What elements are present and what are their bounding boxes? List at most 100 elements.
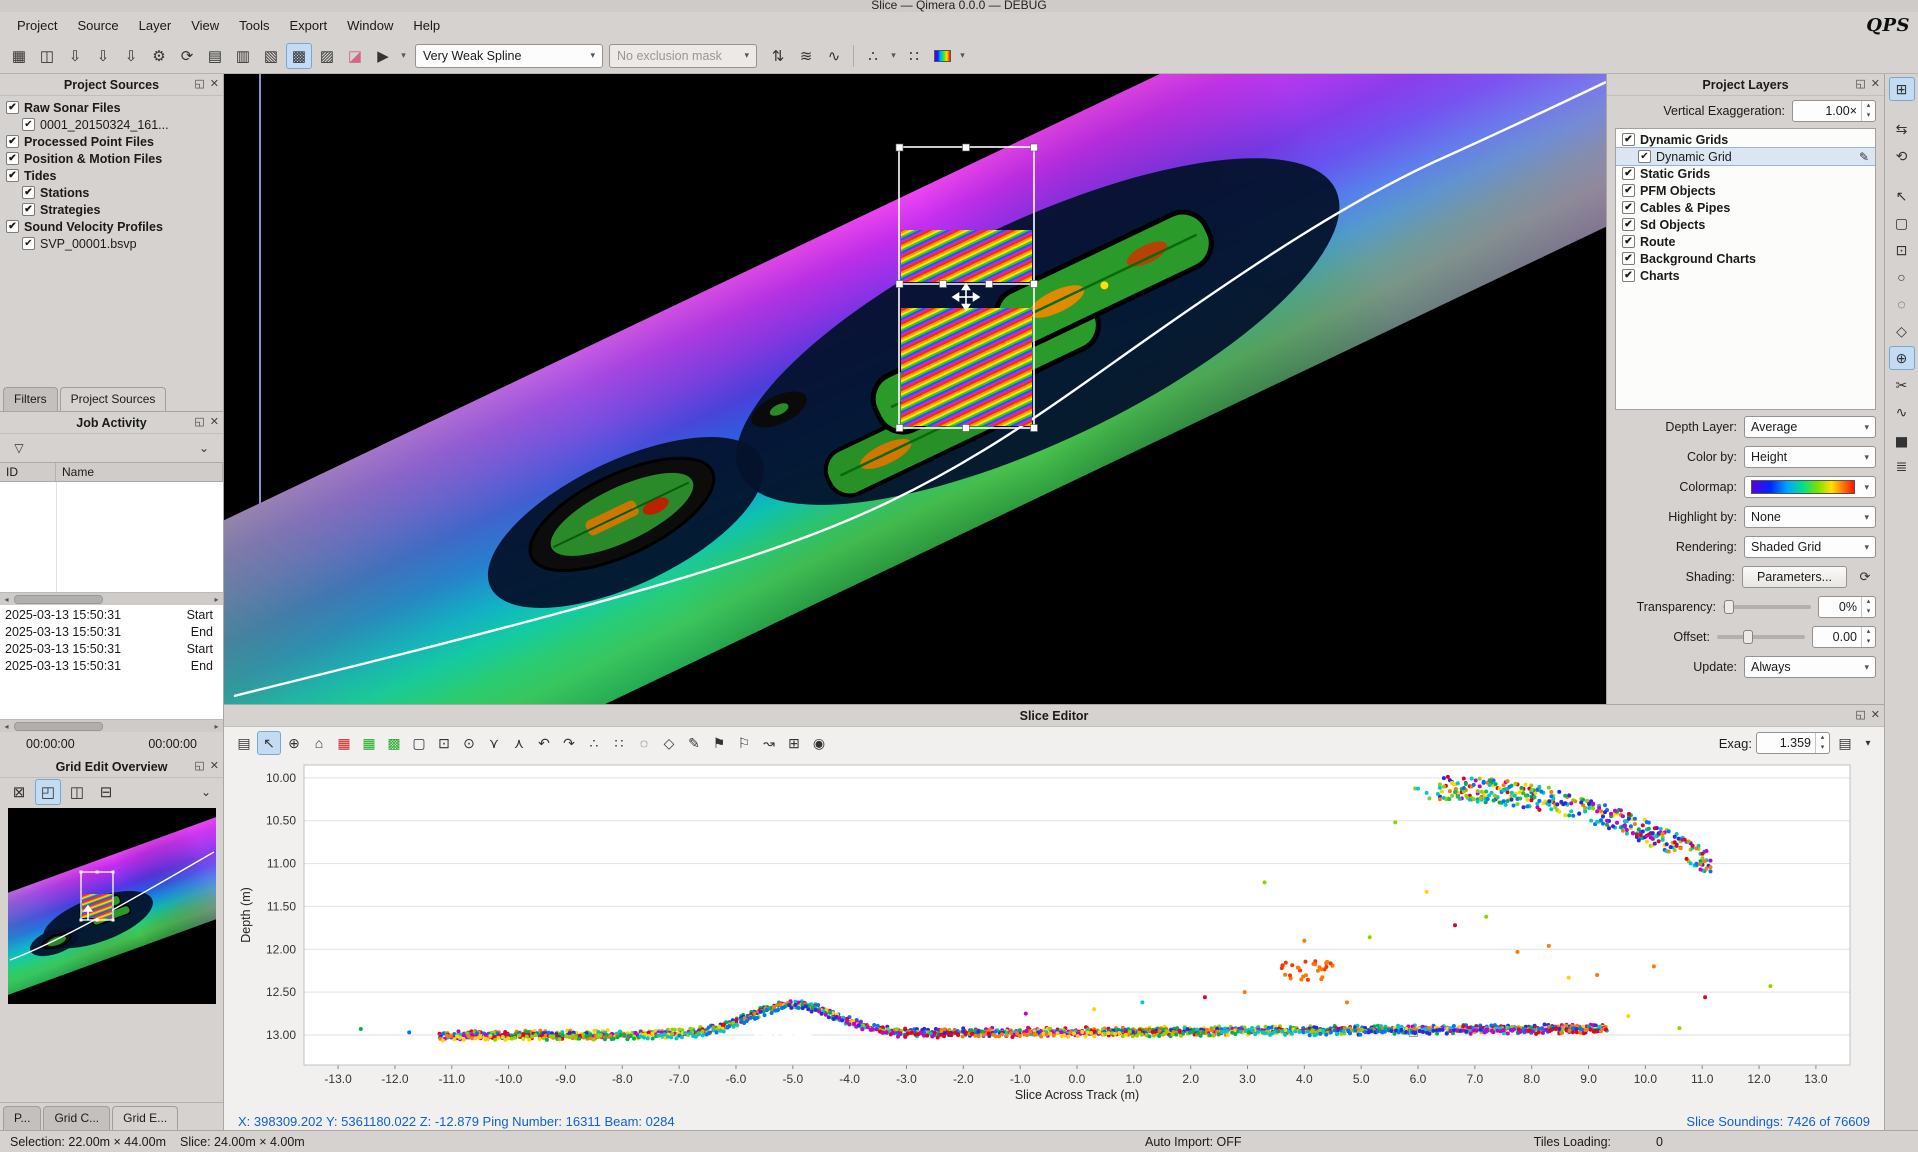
save-slice-icon[interactable]: ▤ — [232, 731, 256, 755]
spin-down-icon[interactable]: ▾ — [1862, 637, 1875, 647]
slice-menu-chevron-icon[interactable]: ▾ — [1860, 732, 1876, 754]
reject-soundings-icon[interactable]: ▦ — [332, 731, 356, 755]
spline-filter-combo[interactable]: Very Weak Spline▾ — [415, 44, 603, 68]
project-zoom-icon[interactable]: ◫ — [34, 43, 60, 69]
tree-item-processed-point-files[interactable]: ✔Processed Point Files — [0, 133, 223, 150]
checkbox[interactable]: ✔ — [1622, 184, 1635, 197]
flag-icon[interactable]: ⚑ — [707, 731, 731, 755]
tree-item-position-motion-files[interactable]: ✔Position & Motion Files — [0, 150, 223, 167]
points-color-icon[interactable]: ∷ — [901, 43, 927, 69]
slice-page-icon[interactable]: ▤ — [1834, 732, 1856, 754]
exclusion-mask-combo[interactable]: No exclusion mask▾ — [609, 44, 757, 68]
exag-spinner[interactable]: 1.359 ▴▾ — [1756, 732, 1830, 754]
settings-gear-icon[interactable]: ⚙ — [146, 43, 172, 69]
select-rect-icon[interactable]: ▢ — [1889, 211, 1915, 235]
tree-item-cables-pipes[interactable]: ✔Cables & Pipes — [1616, 199, 1875, 216]
grid-swath-icon[interactable]: ▥ — [230, 43, 256, 69]
checkbox[interactable]: ✔ — [1622, 235, 1635, 248]
checkbox[interactable]: ✔ — [1622, 252, 1635, 265]
scroll-track[interactable] — [13, 721, 210, 732]
tree-item-route[interactable]: ✔Route — [1616, 233, 1875, 250]
grid-edit-tool-icon[interactable]: ▩ — [286, 43, 312, 69]
slice-plot-area[interactable]: 10.0010.5011.0011.5012.0012.5013.00-13.0… — [234, 759, 1874, 1108]
tree-item-sd-objects[interactable]: ✔Sd Objects — [1616, 216, 1875, 233]
collapse-chevron-icon[interactable]: ⌄ — [195, 781, 217, 803]
tree-item-0001-20150324-161[interactable]: ✔0001_20150324_161... — [0, 116, 223, 133]
grid-cell-icon[interactable]: ⊞ — [782, 731, 806, 755]
tree-item-raw-sonar-files[interactable]: ✔Raw Sonar Files — [0, 99, 223, 116]
job-log-row[interactable]: 2025-03-13 15:50:31Start — [0, 606, 223, 623]
route-icon[interactable]: ↝ — [757, 731, 781, 755]
tree-item-dynamic-grids[interactable]: ✔Dynamic Grids — [1616, 131, 1875, 148]
menu-view[interactable]: View — [182, 15, 228, 36]
scene-viewport[interactable] — [224, 74, 1606, 704]
tree-item-stations[interactable]: ✔Stations — [0, 184, 223, 201]
colormap-combo[interactable]: ▾ — [1744, 476, 1876, 498]
vertical-exaggeration-spinner[interactable]: 1.00× ▴▾ — [1792, 100, 1876, 122]
dock-tab-grid-e[interactable]: Grid E... — [112, 1106, 178, 1130]
checkbox[interactable]: ✔ — [1622, 269, 1635, 282]
scroll-right-icon[interactable]: ▸ — [210, 593, 223, 606]
point-edit-icon[interactable]: ∴ — [582, 731, 606, 755]
tile-grid-icon[interactable]: ⊞ — [1889, 77, 1915, 101]
float-panel-icon[interactable]: ◱ — [1855, 77, 1865, 90]
overview-zoom-fit-icon[interactable]: ⊠ — [6, 779, 32, 805]
menu-tools[interactable]: Tools — [230, 15, 278, 36]
shading-refresh-icon[interactable]: ⟳ — [1854, 566, 1876, 588]
slider-knob[interactable] — [1743, 630, 1753, 644]
menu-project[interactable]: Project — [8, 15, 66, 36]
menu-export[interactable]: Export — [281, 15, 337, 36]
scroll-track[interactable] — [13, 594, 210, 605]
highlight-by-combo[interactable]: None▾ — [1744, 506, 1876, 528]
spin-up-icon[interactable]: ▴ — [1816, 733, 1829, 743]
checkbox[interactable]: ✔ — [22, 203, 35, 216]
filter-tool-icon[interactable]: ▧ — [258, 43, 284, 69]
checkbox[interactable]: ✔ — [6, 169, 19, 182]
job-log-hscroll[interactable]: ◂ ▸ — [0, 719, 223, 732]
swath-filter-icon[interactable]: ≋ — [793, 43, 819, 69]
spin-up-icon[interactable]: ▴ — [1862, 627, 1875, 637]
spin-down-icon[interactable]: ▾ — [1862, 607, 1875, 617]
menu-window[interactable]: Window — [338, 15, 402, 36]
job-table-hscroll[interactable]: ◂ ▸ — [0, 592, 223, 605]
profile-tool-icon[interactable]: ∿ — [1889, 400, 1915, 424]
dock-tab-p[interactable]: P... — [3, 1106, 41, 1130]
slice-home-icon[interactable]: ⌂ — [307, 731, 331, 755]
menu-layer[interactable]: Layer — [130, 15, 181, 36]
scissors-icon[interactable]: ✂ — [1889, 373, 1915, 397]
cursor-icon[interactable]: ↖ — [1889, 184, 1915, 208]
points-display-icon[interactable]: ∴ — [860, 43, 886, 69]
tree-item-svp-00001-bsvp[interactable]: ✔SVP_00001.bsvp — [0, 235, 223, 252]
reprocess-icon[interactable]: ⟳ — [174, 43, 200, 69]
scroll-thumb[interactable] — [14, 722, 103, 731]
select-rect-icon[interactable]: ▢ — [407, 731, 431, 755]
settings-panel-icon[interactable]: ≣ — [1889, 454, 1915, 478]
histogram-icon[interactable]: ▅ — [1889, 427, 1915, 451]
menu-source[interactable]: Source — [68, 15, 127, 36]
offset-spinner[interactable]: 0.00▴▾ — [1812, 626, 1876, 648]
color-by-combo[interactable]: Height▾ — [1744, 446, 1876, 468]
depth-layer-combo[interactable]: Average▾ — [1744, 416, 1876, 438]
scroll-left-icon[interactable]: ◂ — [0, 720, 13, 733]
zoom-select-icon[interactable]: ⊡ — [432, 731, 456, 755]
pointer-tool-caret[interactable]: ▾ — [398, 50, 409, 61]
flag-outline-icon[interactable]: ⚐ — [732, 731, 756, 755]
sync-views-icon[interactable]: ⟲ — [1889, 144, 1915, 168]
tab-filters[interactable]: Filters — [3, 387, 58, 411]
slice-zoom-icon[interactable]: ⊕ — [282, 731, 306, 755]
grid-shift-icon[interactable]: ⇅ — [765, 43, 791, 69]
shading-parameters-button[interactable]: Parameters... — [1742, 566, 1847, 588]
checkbox[interactable]: ✔ — [1638, 150, 1651, 163]
tab-project-sources[interactable]: Project Sources — [60, 387, 167, 411]
float-panel-icon[interactable]: ◱ — [194, 415, 204, 428]
lasso-icon[interactable]: ◌ — [632, 731, 656, 755]
collapse-chevron-icon[interactable]: ⌄ — [193, 437, 215, 459]
spin-down-icon[interactable]: ▾ — [1862, 111, 1875, 121]
checkbox[interactable]: ✔ — [1622, 218, 1635, 231]
slider-knob[interactable] — [1724, 600, 1734, 614]
select-lasso-icon[interactable]: ◌ — [1889, 292, 1915, 316]
grid-surface-icon[interactable]: ▤ — [202, 43, 228, 69]
scroll-thumb[interactable] — [14, 595, 103, 604]
offset-slider[interactable] — [1717, 635, 1805, 639]
checkbox[interactable]: ✔ — [1622, 201, 1635, 214]
